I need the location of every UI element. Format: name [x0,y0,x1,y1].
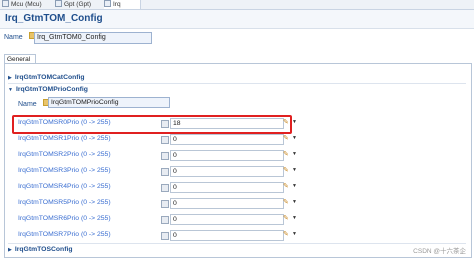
chevron-down-icon[interactable]: ▼ [292,182,297,191]
chevron-down-icon[interactable]: ▼ [292,150,297,159]
calc-icon [161,216,169,224]
edit-icon[interactable]: ✎ [283,198,291,207]
edit-icon[interactable]: ✎ [283,166,291,175]
calc-icon [161,184,169,192]
chevron-down-icon[interactable]: ▼ [292,134,297,143]
watermark: CSDN @十六茶企 [413,248,466,255]
edit-icon[interactable]: ✎ [283,150,291,159]
param-value-input[interactable]: 0 [170,214,284,225]
param-value-input[interactable]: 0 [170,182,284,193]
divider [8,83,466,84]
param-row-sr4: IrqGtmTOMSR4Prio (0 -> 255) 0 ✎ ▼ [18,182,297,193]
page-title: Irq_GtmTOM_Config [5,13,103,24]
chevron-down-icon[interactable]: ▼ [292,214,297,223]
editor-header: Irq_GtmTOM_Config [0,10,474,29]
param-row-sr7: IrqGtmTOMSR7Prio (0 -> 255) 0 ✎ ▼ [18,230,297,241]
param-value-input[interactable]: 0 [170,150,284,161]
name-label: Name [4,34,23,41]
calc-icon [161,232,169,240]
tab-gpt[interactable]: Gpt (Gpt) [55,0,103,9]
edit-icon[interactable]: ✎ [283,118,291,127]
param-row-sr2: IrqGtmTOMSR2Prio (0 -> 255) 0 ✎ ▼ [18,150,297,161]
param-label[interactable]: IrqGtmTOMSR4Prio (0 -> 255) [18,183,111,190]
param-row-sr1: IrqGtmTOMSR1Prio (0 -> 255) 0 ✎ ▼ [18,134,297,145]
name-input[interactable]: Irq_GtmTOM0_Config [34,32,152,44]
tab-irq[interactable]: Irq (Irq)✕ [104,0,141,17]
param-label[interactable]: IrqGtmTOMSR6Prio (0 -> 255) [18,215,111,222]
calc-icon [161,136,169,144]
param-label[interactable]: IrqGtmTOMSR2Prio (0 -> 255) [18,151,111,158]
param-label[interactable]: IrqGtmTOMSR7Prio (0 -> 255) [18,231,111,238]
prio-config-name-input[interactable]: IrqGtmTOMPrioConfig [48,97,170,108]
chevron-down-icon[interactable]: ▼ [292,166,297,175]
edit-icon[interactable]: ✎ [283,230,291,239]
param-value-input[interactable]: 18 [170,118,284,129]
param-label[interactable]: IrqGtmTOMSR0Prio (0 -> 255) [18,119,111,126]
group-tom-prio-config[interactable]: ▼ IrqGtmTOMPrioConfig [8,85,88,94]
divider [8,243,466,244]
param-label[interactable]: IrqGtmTOMSR5Prio (0 -> 255) [18,199,111,206]
calc-icon [161,120,169,128]
param-row-sr5: IrqGtmTOMSR5Prio (0 -> 255) 0 ✎ ▼ [18,198,297,209]
param-label[interactable]: IrqGtmTOMSR3Prio (0 -> 255) [18,167,111,174]
edit-icon[interactable]: ✎ [283,134,291,143]
expand-arrow-icon[interactable]: ▶ [8,247,12,253]
param-value-input[interactable]: 0 [170,134,284,145]
chevron-down-icon[interactable]: ▼ [292,118,297,127]
param-value-input[interactable]: 0 [170,230,284,241]
module-icon [55,0,62,7]
calc-icon [161,152,169,160]
param-label[interactable]: IrqGtmTOMSR1Prio (0 -> 255) [18,135,111,142]
group-tom-cat-config[interactable]: ▶ IrqGtmTOMCatConfig [8,73,85,82]
param-row-sr3: IrqGtmTOMSR3Prio (0 -> 255) 0 ✎ ▼ [18,166,297,177]
param-row-sr6: IrqGtmTOMSR6Prio (0 -> 255) 0 ✎ ▼ [18,214,297,225]
chevron-down-icon[interactable]: ▼ [292,230,297,239]
param-row-sr0: IrqGtmTOMSR0Prio (0 -> 255) 18 ✎ ▼ [18,118,297,129]
edit-icon[interactable]: ✎ [283,214,291,223]
edit-icon[interactable]: ✎ [283,182,291,191]
editor-tab-bar: Mcu (Mcu) Gpt (Gpt) Irq (Irq)✕ [0,0,474,17]
param-value-input[interactable]: 0 [170,166,284,177]
chevron-down-icon[interactable]: ▼ [292,198,297,207]
expand-arrow-icon[interactable]: ▶ [8,75,12,81]
param-value-input[interactable]: 0 [170,198,284,209]
calc-icon [161,168,169,176]
module-icon [2,0,9,7]
module-icon [104,0,111,7]
calc-icon [161,200,169,208]
tab-mcu[interactable]: Mcu (Mcu) [2,0,52,9]
group-tos-config[interactable]: ▶ IrqGtmTOSConfig [8,245,73,254]
collapse-arrow-icon[interactable]: ▼ [8,87,13,93]
